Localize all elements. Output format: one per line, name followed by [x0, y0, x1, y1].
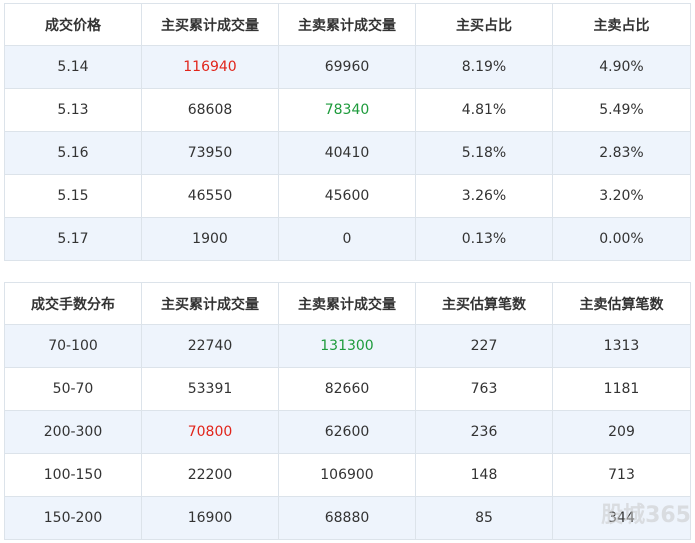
watermark: 股城365 — [601, 503, 691, 528]
table-row: 5.13 68608 78340 4.81% 5.49% — [4, 88, 691, 132]
cell-sell-count: 209 — [552, 410, 691, 454]
cell-sell-ratio: 4.90% — [552, 45, 691, 89]
cell-sell-count: 1181 — [552, 367, 691, 411]
cell-sell-count: 1313 — [552, 324, 691, 368]
cell-sell-volume: 106900 — [278, 453, 416, 497]
table-header-row: 成交手数分布 主买累计成交量 主卖累计成交量 主买估算笔数 主卖估算笔数 — [4, 282, 691, 325]
table-row: 100-150 22200 106900 148 713 — [4, 453, 691, 497]
table-row: 150-200 16900 68880 85 344 — [4, 496, 691, 540]
cell-buy-volume: 116940 — [141, 45, 279, 89]
table-row: 5.15 46550 45600 3.26% 3.20% — [4, 174, 691, 218]
header-price: 成交价格 — [4, 3, 142, 46]
cell-sell-volume: 78340 — [278, 88, 416, 132]
cell-price: 5.13 — [4, 88, 142, 132]
header-buy-ratio: 主买占比 — [415, 3, 553, 46]
cell-lot-range: 100-150 — [4, 453, 142, 497]
cell-price: 5.15 — [4, 174, 142, 218]
cell-buy-volume: 1900 — [141, 217, 279, 261]
lot-size-distribution-table: 成交手数分布 主买累计成交量 主卖累计成交量 主买估算笔数 主卖估算笔数 70-… — [4, 282, 691, 540]
cell-sell-volume: 68880 — [278, 496, 416, 540]
cell-lot-range: 50-70 — [4, 367, 142, 411]
cell-sell-ratio: 2.83% — [552, 131, 691, 175]
price-volume-table: 成交价格 主买累计成交量 主卖累计成交量 主买占比 主卖占比 5.14 1169… — [4, 3, 691, 261]
cell-buy-count: 85 — [415, 496, 553, 540]
cell-price: 5.17 — [4, 217, 142, 261]
cell-lot-range: 70-100 — [4, 324, 142, 368]
cell-buy-volume: 70800 — [141, 410, 279, 454]
cell-sell-volume: 40410 — [278, 131, 416, 175]
header-sell-ratio: 主卖占比 — [552, 3, 691, 46]
cell-lot-range: 200-300 — [4, 410, 142, 454]
cell-buy-volume: 22740 — [141, 324, 279, 368]
cell-buy-count: 148 — [415, 453, 553, 497]
cell-sell-volume: 82660 — [278, 367, 416, 411]
header-sell-volume: 主卖累计成交量 — [278, 282, 416, 325]
header-sell-count: 主卖估算笔数 — [552, 282, 691, 325]
cell-buy-ratio: 5.18% — [415, 131, 553, 175]
cell-sell-volume: 62600 — [278, 410, 416, 454]
cell-buy-ratio: 0.13% — [415, 217, 553, 261]
cell-sell-volume: 131300 — [278, 324, 416, 368]
cell-sell-volume: 69960 — [278, 45, 416, 89]
cell-price: 5.16 — [4, 131, 142, 175]
cell-sell-volume: 45600 — [278, 174, 416, 218]
cell-sell-ratio: 0.00% — [552, 217, 691, 261]
table-header-row: 成交价格 主买累计成交量 主卖累计成交量 主买占比 主卖占比 — [4, 3, 691, 46]
table-row: 50-70 53391 82660 763 1181 — [4, 367, 691, 411]
cell-buy-volume: 46550 — [141, 174, 279, 218]
table-row: 70-100 22740 131300 227 1313 — [4, 324, 691, 368]
cell-buy-count: 236 — [415, 410, 553, 454]
cell-lot-range: 150-200 — [4, 496, 142, 540]
cell-buy-count: 227 — [415, 324, 553, 368]
cell-sell-ratio: 3.20% — [552, 174, 691, 218]
cell-sell-count: 713 — [552, 453, 691, 497]
cell-buy-count: 763 — [415, 367, 553, 411]
header-lot-range: 成交手数分布 — [4, 282, 142, 325]
cell-buy-volume: 68608 — [141, 88, 279, 132]
cell-sell-ratio: 5.49% — [552, 88, 691, 132]
cell-buy-volume: 73950 — [141, 131, 279, 175]
cell-buy-ratio: 8.19% — [415, 45, 553, 89]
table-row: 5.17 1900 0 0.13% 0.00% — [4, 217, 691, 261]
header-buy-volume: 主买累计成交量 — [141, 3, 279, 46]
cell-buy-ratio: 3.26% — [415, 174, 553, 218]
cell-buy-ratio: 4.81% — [415, 88, 553, 132]
header-buy-volume: 主买累计成交量 — [141, 282, 279, 325]
header-sell-volume: 主卖累计成交量 — [278, 3, 416, 46]
table-row: 200-300 70800 62600 236 209 — [4, 410, 691, 454]
cell-buy-volume: 16900 — [141, 496, 279, 540]
cell-buy-volume: 53391 — [141, 367, 279, 411]
header-buy-count: 主买估算笔数 — [415, 282, 553, 325]
cell-buy-volume: 22200 — [141, 453, 279, 497]
table-row: 5.14 116940 69960 8.19% 4.90% — [4, 45, 691, 89]
table-row: 5.16 73950 40410 5.18% 2.83% — [4, 131, 691, 175]
cell-price: 5.14 — [4, 45, 142, 89]
cell-sell-volume: 0 — [278, 217, 416, 261]
